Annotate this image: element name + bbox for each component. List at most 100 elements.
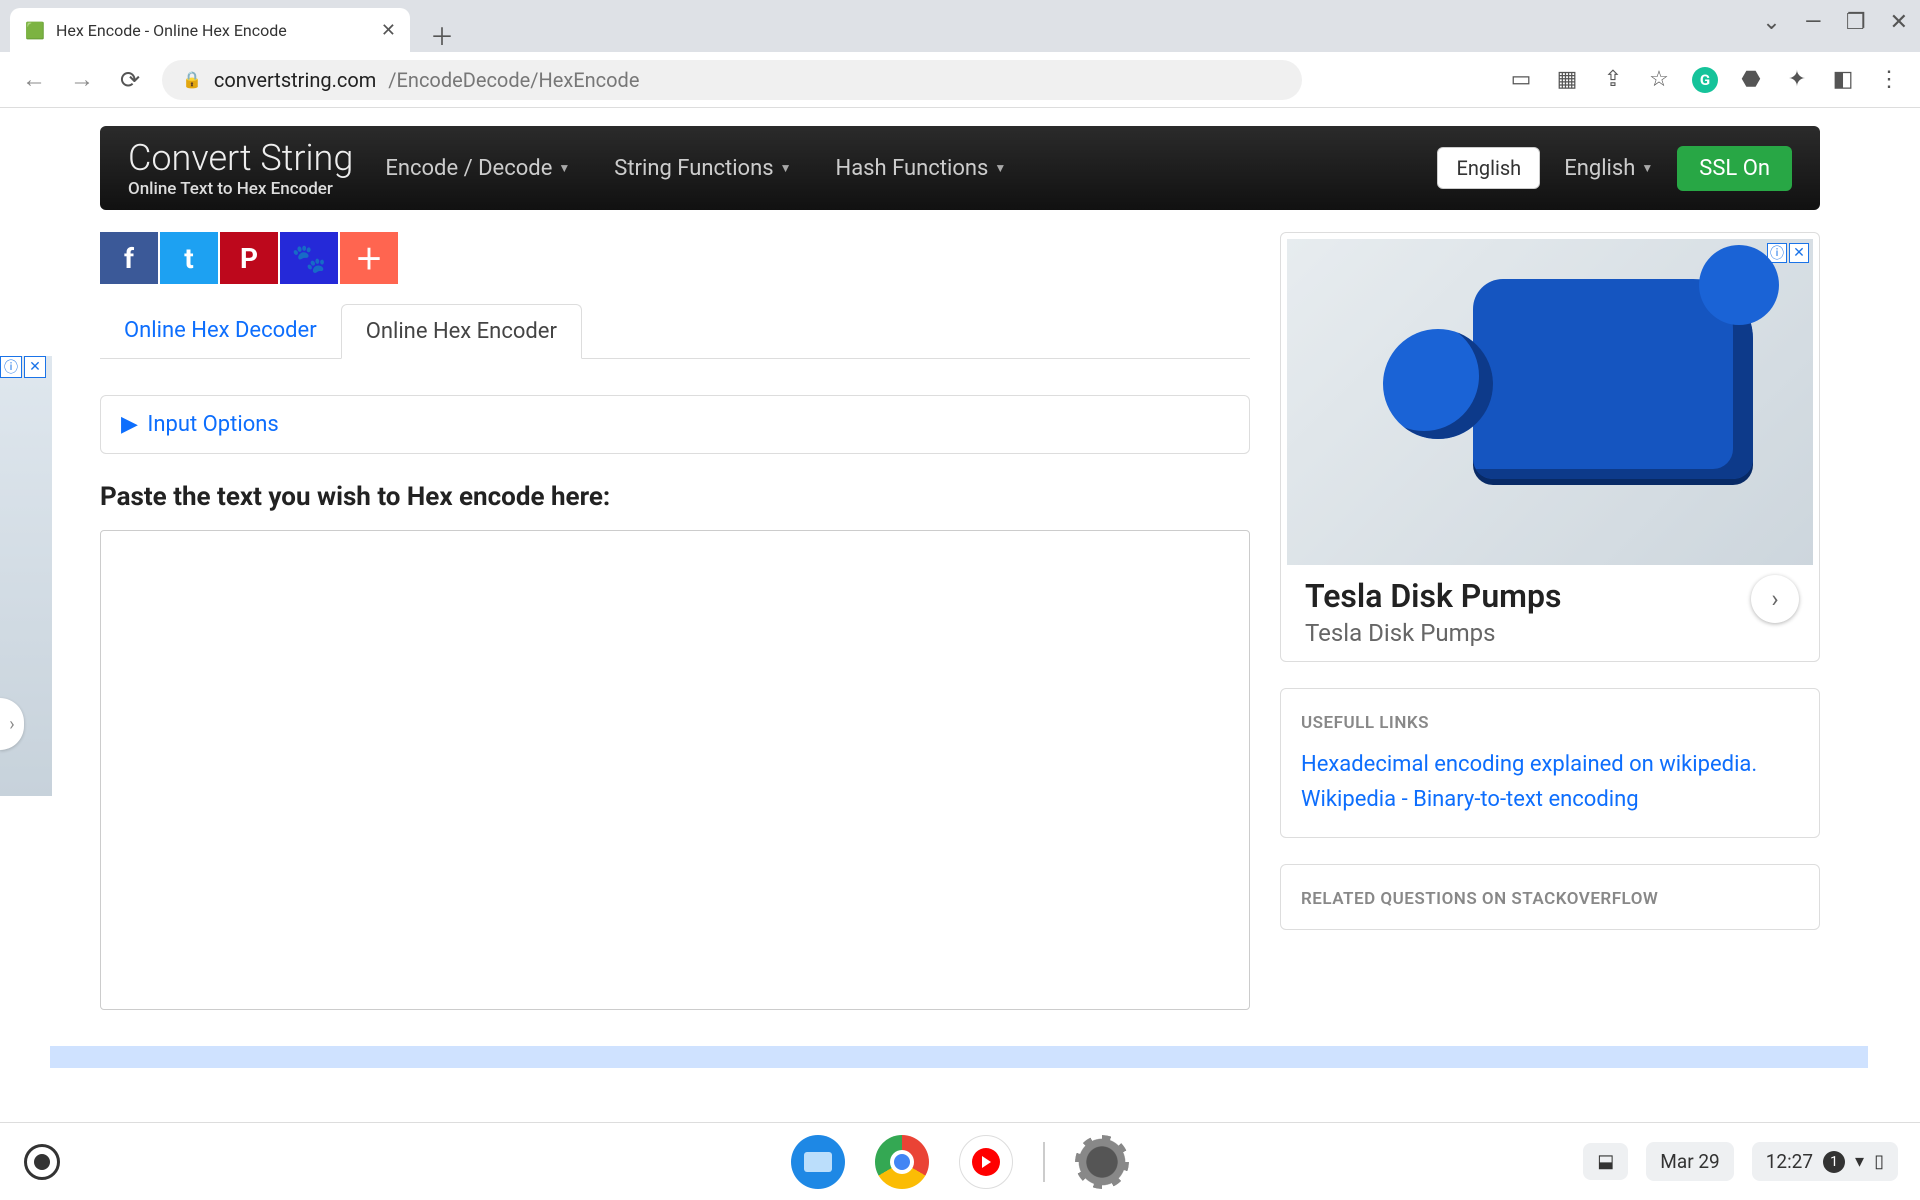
holding-space-icon[interactable]: ⬓ [1583, 1143, 1628, 1180]
date-pill[interactable]: Mar 29 [1646, 1142, 1733, 1181]
battery-icon: ▯ [1874, 1151, 1884, 1172]
nav-string-functions[interactable]: String Functions ▼ [614, 156, 791, 181]
share-row: f t P 🐾 ＋ [100, 232, 1250, 284]
share-baidu[interactable]: 🐾 [280, 232, 338, 284]
nav-encode-decode[interactable]: Encode / Decode ▼ [385, 156, 570, 181]
star-icon[interactable]: ☆ [1646, 67, 1672, 93]
close-tab-icon[interactable]: ✕ [381, 20, 396, 41]
nav-label: Encode / Decode [385, 156, 552, 181]
main-column: f t P 🐾 ＋ Online Hex Decoder Online Hex … [100, 232, 1250, 1014]
useful-links-box: USEFULL LINKS Hexadecimal encoding expla… [1280, 688, 1820, 838]
stack-heading: RELATED QUESTIONS ON STACKOVERFLOW [1301, 889, 1799, 909]
language-dropdown[interactable]: English ▼ [1564, 156, 1653, 181]
status-pill[interactable]: 12:27 1 ▾ ▯ [1752, 1142, 1898, 1181]
useful-link-1[interactable]: Hexadecimal encoding explained on wikipe… [1301, 747, 1799, 782]
new-tab-button[interactable]: ＋ [424, 16, 460, 52]
lock-icon: 🔒 [182, 70, 202, 89]
share-facebook[interactable]: f [100, 232, 158, 284]
brand[interactable]: Convert String Online Text to Hex Encode… [128, 137, 353, 199]
notification-badge: 1 [1823, 1151, 1845, 1173]
wifi-icon: ▾ [1855, 1151, 1864, 1172]
status-area: ⬓ Mar 29 12:27 1 ▾ ▯ [1583, 1142, 1898, 1181]
url-path: /EncodeDecode/HexEncode [388, 68, 639, 92]
shelf: ⬓ Mar 29 12:27 1 ▾ ▯ [0, 1122, 1920, 1200]
ad-info-icon[interactable]: ⓘ [0, 356, 22, 378]
address-bar: ← → ⟳ 🔒 convertstring.com/EncodeDecode/H… [0, 52, 1920, 108]
restore-icon[interactable]: ❐ [1846, 10, 1866, 35]
files-app-icon[interactable] [791, 1135, 845, 1189]
share-more[interactable]: ＋ [340, 232, 398, 284]
chrome-app-icon[interactable] [875, 1135, 929, 1189]
url-domain: convertstring.com [214, 68, 376, 92]
input-options-label: Input Options [147, 412, 278, 437]
useful-heading: USEFULL LINKS [1301, 713, 1799, 733]
tab-bar: 🟩 Hex Encode - Online Hex Encode ✕ ＋ ⌄ —… [0, 0, 1920, 52]
page-content: ⓘ ✕ › Convert String Online Text to Hex … [0, 108, 1920, 1068]
nav-label: Hash Functions [836, 156, 989, 181]
caret-icon: ▼ [558, 161, 570, 175]
useful-link-2[interactable]: Wikipedia - Binary-to-text encoding [1301, 782, 1799, 817]
share-pinterest[interactable]: P [220, 232, 278, 284]
omnibox[interactable]: 🔒 convertstring.com/EncodeDecode/HexEnco… [162, 60, 1302, 100]
nav-hash-functions[interactable]: Hash Functions ▼ [836, 156, 1007, 181]
ad-close-icon[interactable]: ✕ [1789, 243, 1809, 263]
pump-graphic [1473, 279, 1753, 479]
sidepanel-icon[interactable]: ◧ [1830, 67, 1856, 93]
tab-decoder[interactable]: Online Hex Decoder [100, 304, 341, 358]
ad-close-icon[interactable]: ✕ [24, 356, 46, 378]
input-options-toggle[interactable]: ▶ Input Options [100, 395, 1250, 454]
side-column: ⓘ ✕ Tesla Disk Pumps Tesla Disk Pumps › … [1280, 232, 1820, 1014]
tab-encoder[interactable]: Online Hex Encoder [341, 304, 582, 359]
back-button[interactable]: ← [18, 64, 50, 96]
launcher-button[interactable] [24, 1144, 60, 1180]
brand-title: Convert String [128, 137, 353, 179]
time-text: 12:27 [1766, 1150, 1813, 1173]
cast-icon[interactable]: ▭ [1508, 67, 1534, 93]
ad-text: Tesla Disk Pumps Tesla Disk Pumps › [1287, 565, 1813, 655]
settings-app-icon[interactable] [1075, 1135, 1129, 1189]
chevron-down-icon[interactable]: ⌄ [1762, 10, 1780, 35]
caret-icon: ▼ [780, 161, 792, 175]
nav-right: English English ▼ SSL On [1437, 146, 1792, 191]
youtube-music-icon[interactable] [959, 1135, 1013, 1189]
ad-controls: ⓘ ✕ [1767, 243, 1809, 263]
close-window-icon[interactable]: ✕ [1890, 10, 1908, 35]
ad-image: ⓘ ✕ [1287, 239, 1813, 565]
encode-textarea[interactable] [100, 530, 1250, 1010]
forward-button[interactable]: → [66, 64, 98, 96]
sidebar-ad[interactable]: ⓘ ✕ Tesla Disk Pumps Tesla Disk Pumps › [1280, 232, 1820, 662]
shelf-separator [1043, 1142, 1045, 1182]
lang-label: English [1564, 156, 1635, 181]
browser-tab[interactable]: 🟩 Hex Encode - Online Hex Encode ✕ [10, 8, 410, 52]
language-button[interactable]: English [1437, 147, 1540, 189]
extension-icons: ▭ ▦ ⇪ ☆ G ⬣ ✦ ◧ ⋮ [1508, 67, 1902, 93]
minimize-icon[interactable]: — [1805, 10, 1822, 35]
left-ad-controls: ⓘ ✕ [0, 356, 46, 378]
date-text: Mar 29 [1660, 1150, 1719, 1173]
share-icon[interactable]: ⇪ [1600, 67, 1626, 93]
extensions-icon[interactable]: ✦ [1784, 67, 1810, 93]
ad-arrow-button[interactable]: › [1751, 575, 1799, 623]
stackoverflow-box: RELATED QUESTIONS ON STACKOVERFLOW [1280, 864, 1820, 930]
qr-icon[interactable]: ▦ [1554, 67, 1580, 93]
grammarly-icon[interactable]: G [1692, 67, 1718, 93]
share-twitter[interactable]: t [160, 232, 218, 284]
caret-icon: ▼ [994, 161, 1006, 175]
reload-button[interactable]: ⟳ [114, 64, 146, 96]
brave-icon[interactable]: ⬣ [1738, 67, 1764, 93]
ad-subtitle: Tesla Disk Pumps [1305, 619, 1795, 647]
caret-icon: ▼ [1641, 161, 1653, 175]
tab-title: Hex Encode - Online Hex Encode [56, 21, 371, 40]
site-navbar: Convert String Online Text to Hex Encode… [100, 126, 1820, 210]
window-controls: ⌄ — ❐ ✕ [1762, 10, 1908, 35]
nav-label: String Functions [614, 156, 773, 181]
browser-chrome: 🟩 Hex Encode - Online Hex Encode ✕ ＋ ⌄ —… [0, 0, 1920, 108]
shelf-apps [791, 1135, 1129, 1189]
page-tabs: Online Hex Decoder Online Hex Encoder [100, 304, 1250, 359]
favicon-icon: 🟩 [24, 19, 46, 41]
ad-title: Tesla Disk Pumps [1305, 577, 1795, 615]
brand-subtitle: Online Text to Hex Encoder [128, 179, 353, 199]
menu-icon[interactable]: ⋮ [1876, 67, 1902, 93]
prompt-heading: Paste the text you wish to Hex encode he… [100, 482, 1250, 512]
ssl-button[interactable]: SSL On [1677, 146, 1792, 191]
